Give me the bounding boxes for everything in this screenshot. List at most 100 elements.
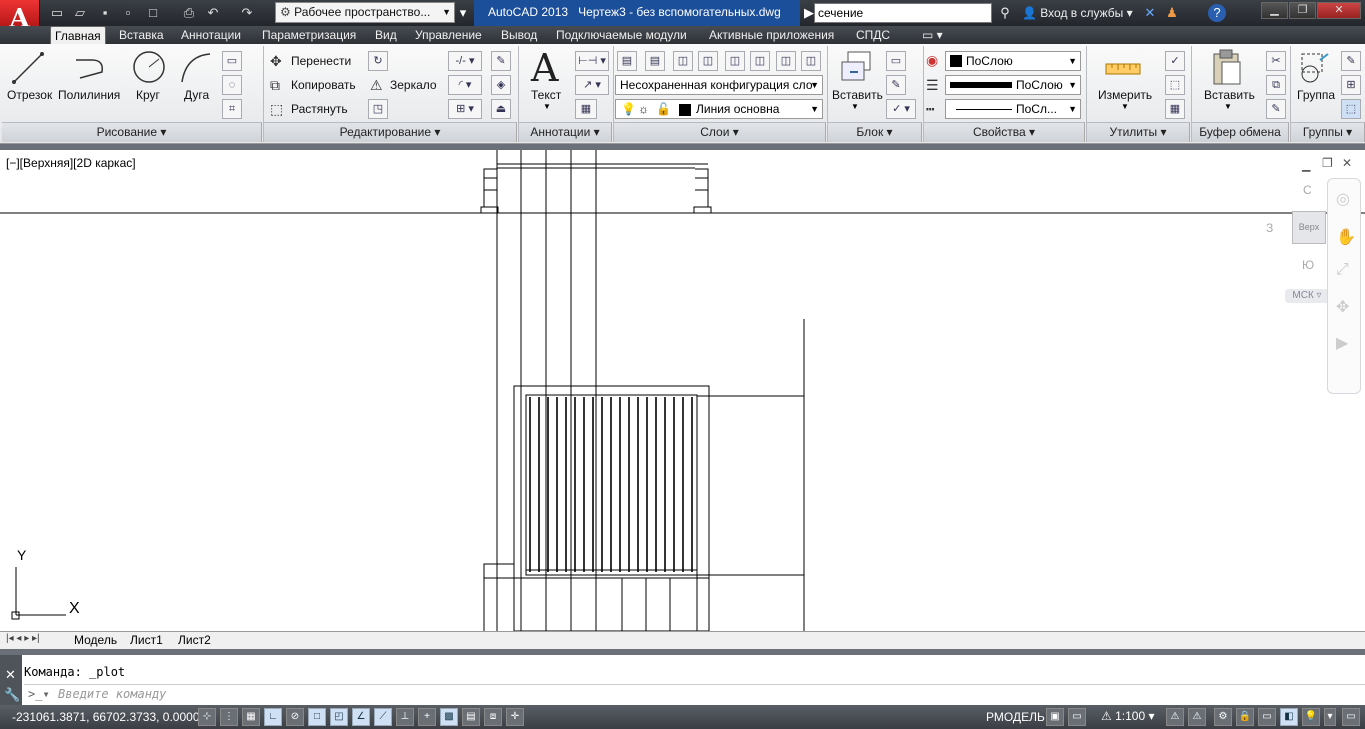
model-icon[interactable]: ▣ [1046, 708, 1064, 726]
binoculars-icon[interactable]: ⚲ [996, 4, 1014, 22]
save-icon[interactable]: ▪ [96, 4, 114, 22]
tab-view[interactable]: Вид [371, 26, 401, 44]
create-block-icon[interactable]: ▭ [886, 51, 906, 71]
vp-restore-icon[interactable]: ❐ [1322, 156, 1333, 170]
viewcube-south[interactable]: Ю [1302, 258, 1314, 272]
lock-ui-icon[interactable]: 🔒 [1236, 708, 1254, 726]
insert-block-button[interactable]: Вставить [832, 88, 883, 102]
annotation-scale[interactable]: ⚠ 1:100 ▾ [1101, 709, 1155, 723]
attribute-icon[interactable]: ✓ ▾ [886, 99, 916, 119]
layer-properties-icon[interactable]: ▤ [617, 51, 637, 71]
layer-combo[interactable]: 💡 ☼ 🔓 Линия основна ▼ [615, 99, 823, 119]
dyn-icon[interactable]: ⊥ [396, 708, 414, 726]
tab-apps[interactable]: Активные приложения [705, 26, 838, 44]
autoscale-icon[interactable]: ⚠ [1188, 708, 1206, 726]
offset-icon[interactable]: ⏏ [491, 99, 511, 119]
fillet-icon[interactable]: ◜ ▾ [448, 75, 482, 95]
saveas-icon[interactable]: ▫ [119, 4, 137, 22]
groups-panel-title[interactable]: Группы ▾ [1291, 122, 1365, 142]
layer-off-icon[interactable]: ◫ [673, 51, 693, 71]
stretch-button[interactable]: Растянуть [291, 102, 348, 116]
leader-icon[interactable]: ↗ ▾ [575, 75, 609, 95]
scale-icon[interactable]: ◳ [368, 99, 388, 119]
wrench-icon[interactable]: 🔧 [4, 687, 20, 703]
match-icon[interactable]: ✎ [1266, 99, 1286, 119]
tab-insert[interactable]: Вставка [115, 26, 168, 44]
hardware-icon[interactable]: ▭ [1258, 708, 1276, 726]
plot-preview-icon[interactable]: □ [144, 4, 162, 22]
clean-screen-icon[interactable]: ▭ [1342, 708, 1360, 726]
vp-minimize-icon[interactable]: ▁ [1302, 159, 1310, 172]
lineweight-combo[interactable]: ПоСлою ▼ [945, 75, 1081, 95]
vp-close-icon[interactable]: ✕ [1342, 156, 1352, 170]
layout-icon[interactable]: ▭ [1068, 708, 1086, 726]
ducs-icon[interactable]: ⟋ [374, 708, 392, 726]
group-edit-icon[interactable]: ⊞ [1341, 75, 1361, 95]
minimize-button[interactable]: ▁ [1261, 2, 1288, 19]
tab-home[interactable]: Главная [50, 26, 106, 45]
trim-icon[interactable]: -/- ▾ [448, 51, 482, 71]
chevron-down-icon[interactable]: ▾ [454, 4, 472, 22]
otrack-icon[interactable]: ∠ [352, 708, 370, 726]
layer-state-icon[interactable]: ▤ [645, 51, 665, 71]
text-button[interactable]: Текст [531, 88, 561, 102]
table-icon[interactable]: ▦ [575, 99, 597, 119]
group-button[interactable]: Группа [1297, 88, 1335, 102]
grid-icon[interactable]: ▦ [242, 708, 260, 726]
showmotion-icon[interactable]: ▶ [1336, 333, 1348, 353]
region-icon[interactable]: ⌗ [222, 99, 242, 119]
3d-osnap-icon[interactable]: ◰ [330, 708, 348, 726]
annotation-visibility-icon[interactable]: ⚠ [1166, 708, 1184, 726]
plot-icon[interactable]: ⎙ [180, 4, 198, 22]
tab-layout1[interactable]: Лист1 [130, 633, 163, 647]
workspace-dropdown[interactable]: ⚙ Рабочее пространство... ▼ [275, 2, 455, 23]
qp-icon[interactable]: ▤ [462, 708, 480, 726]
zoom-icon[interactable]: ⤢ [1336, 261, 1349, 279]
close-icon[interactable]: ✕ [5, 667, 16, 683]
tab-model[interactable]: Модель [74, 633, 117, 647]
undo-icon[interactable]: ↶ [204, 4, 222, 22]
hatch-icon[interactable]: ◌ [222, 75, 242, 95]
polar-icon[interactable]: ⊘ [286, 708, 304, 726]
select-all-icon[interactable]: ⬚ [1165, 75, 1185, 95]
linetype-combo[interactable]: ПоСл... ▼ [945, 99, 1081, 119]
redo-icon[interactable]: ↷ [238, 4, 256, 22]
lineweight-toggle-icon[interactable]: + [418, 708, 436, 726]
measure-button[interactable]: Измерить [1098, 88, 1152, 102]
tab-parametric[interactable]: Параметризация [258, 26, 360, 44]
layer-previous-icon[interactable]: ◫ [801, 51, 821, 71]
ortho-icon[interactable]: ∟ [264, 708, 282, 726]
isolate-icon[interactable]: ◧ [1280, 708, 1298, 726]
tab-spds[interactable]: СПДС [852, 26, 894, 44]
layer-state-combo[interactable]: Несохраненная конфигурация сло ▼ [615, 75, 823, 95]
layer-lock-icon[interactable]: ◫ [750, 51, 770, 71]
explode-icon[interactable]: ◈ [491, 75, 511, 95]
move-button[interactable]: Перенести [291, 54, 351, 68]
ribbon-options-icon[interactable]: ▭ ▾ [918, 26, 947, 44]
snap-icon[interactable]: ⋮ [220, 708, 238, 726]
prompt-icon[interactable]: >_▾ [28, 685, 50, 704]
copy-clip-icon[interactable]: ⧉ [1266, 75, 1286, 95]
quick-select-icon[interactable]: ✓ [1165, 51, 1185, 71]
layer-freeze-icon[interactable]: ◫ [725, 51, 745, 71]
rectangle-icon[interactable]: ▭ [222, 51, 242, 71]
search-input[interactable] [814, 3, 992, 23]
workspace-switch-icon[interactable]: ⚙ [1214, 708, 1232, 726]
erase-icon[interactable]: ✎ [491, 51, 511, 71]
modify-panel-title[interactable]: Редактирование ▾ [264, 122, 517, 142]
restore-button[interactable]: ❐ [1289, 2, 1316, 19]
utilities-panel-title[interactable]: Утилиты ▾ [1087, 122, 1190, 142]
new-icon[interactable]: ▭ [48, 4, 66, 22]
properties-panel-title[interactable]: Свойства ▾ [924, 122, 1085, 142]
circle-button[interactable]: Круг [136, 88, 160, 102]
edit-block-icon[interactable]: ✎ [886, 75, 906, 95]
orbit-icon[interactable]: ✥ [1336, 297, 1349, 317]
help-icon[interactable]: ? [1208, 4, 1226, 22]
tab-plugins[interactable]: Подключаемые модули [552, 26, 691, 44]
light-icon[interactable]: 💡 [1302, 708, 1320, 726]
block-panel-title[interactable]: Блок ▾ [828, 122, 922, 142]
dimension-icon[interactable]: ⊢⊣ ▾ [575, 51, 609, 71]
transparency-icon[interactable]: ▩ [440, 708, 458, 726]
polyline-button[interactable]: Полилиния [58, 88, 120, 102]
command-handle[interactable]: ✕ 🔧 [0, 655, 22, 705]
